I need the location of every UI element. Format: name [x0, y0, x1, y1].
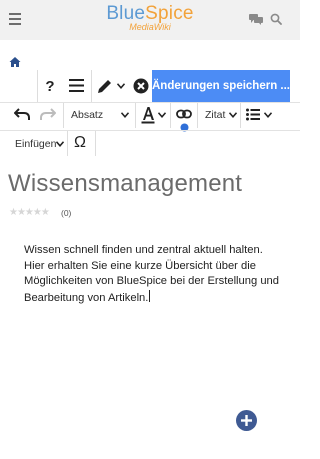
rating-stars[interactable]: ★★★★★ — [9, 207, 50, 218]
editor-content[interactable]: Wissen schnell finden und zentral aktuel… — [24, 243, 286, 307]
toolbar-divider — [67, 131, 68, 156]
toolbar-border — [0, 130, 300, 131]
content-paragraph[interactable]: Wissen schnell finden und zentral aktuel… — [24, 244, 279, 304]
menu-icon[interactable] — [9, 13, 21, 25]
chevron-down-icon[interactable] — [229, 112, 237, 118]
special-character-button[interactable]: Ω — [74, 134, 86, 152]
text-style-icon[interactable] — [141, 106, 155, 124]
rating-count: (0) — [61, 208, 72, 218]
chevron-down-icon[interactable] — [121, 112, 129, 118]
close-icon[interactable] — [133, 78, 149, 94]
logo-subtitle: MediaWiki — [129, 22, 171, 32]
chevron-down-icon[interactable] — [56, 141, 64, 147]
logo-text-blue: Blue — [106, 3, 146, 24]
page-title: Wissensmanagement — [8, 170, 243, 197]
redo-icon[interactable] — [40, 108, 56, 121]
quote-select[interactable]: Zitat — [205, 109, 225, 121]
menu-lines-icon[interactable] — [69, 79, 84, 92]
bluespice-logo[interactable]: BlueSpice MediaWiki — [104, 4, 196, 36]
pencil-icon[interactable] — [97, 78, 113, 94]
chevron-down-icon[interactable] — [264, 112, 272, 118]
toolbar-divider — [37, 70, 38, 102]
toolbar-divider — [170, 103, 171, 128]
toolbar-divider — [63, 103, 64, 128]
toolbar-divider — [135, 103, 136, 128]
toolbar-divider — [240, 103, 241, 128]
toolbar-divider — [197, 103, 198, 128]
text-cursor — [149, 290, 151, 303]
chevron-down-icon[interactable] — [117, 83, 125, 89]
toolbar-divider — [91, 70, 92, 102]
toolbar-divider — [95, 131, 96, 156]
paragraph-format-select[interactable]: Absatz — [71, 109, 103, 121]
add-button[interactable] — [236, 410, 257, 431]
chevron-down-icon[interactable] — [158, 112, 166, 118]
logo-text-spice: Spice — [145, 3, 194, 24]
save-changes-button[interactable]: Änderungen speichern ... — [152, 70, 290, 102]
link-icon[interactable] — [176, 109, 192, 119]
bullet-list-icon[interactable] — [246, 108, 260, 121]
plus-icon — [241, 415, 252, 426]
editor-toolbar-format: Absatz Zitat — [0, 103, 300, 128]
search-icon[interactable] — [270, 13, 282, 25]
insert-select[interactable]: Einfügen — [15, 138, 56, 150]
undo-icon[interactable] — [14, 108, 30, 121]
chat-icon[interactable] — [249, 14, 263, 25]
top-bar: BlueSpice MediaWiki — [0, 0, 300, 40]
help-icon[interactable]: ? — [40, 70, 60, 102]
home-icon[interactable] — [9, 56, 21, 68]
